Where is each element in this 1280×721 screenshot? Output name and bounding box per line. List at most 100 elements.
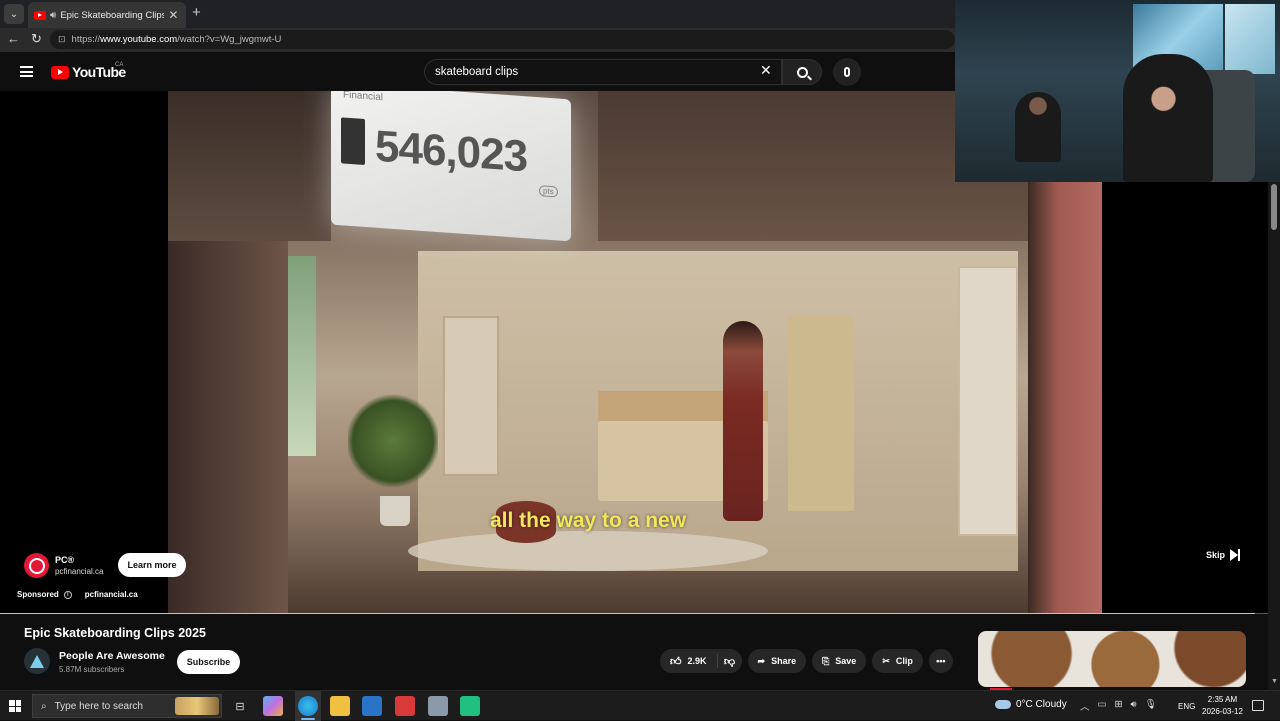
webcam-overlay (955, 0, 1280, 182)
search-button[interactable] (782, 59, 822, 85)
skip-ad-button[interactable]: Skip (1206, 549, 1241, 561)
search-input[interactable]: skateboard clips (424, 59, 782, 85)
outlook-icon[interactable] (362, 696, 382, 716)
billboard-unit: pts (539, 185, 558, 198)
battery-icon[interactable]: ▭ (1098, 699, 1107, 713)
ad-scene-door (443, 316, 499, 476)
ad-scene-plant (348, 391, 438, 491)
companion-ad-thumbnail[interactable] (978, 631, 1246, 687)
voice-search-button[interactable] (833, 58, 861, 86)
ad-scene-wardrobe (788, 316, 854, 511)
clear-search-icon[interactable]: ✕ (760, 62, 772, 79)
taskbar-clock[interactable]: 2:35 AM 2026-03-12 (1202, 695, 1243, 716)
chevron-up-icon[interactable]: ︿ (1080, 699, 1090, 713)
ad-scene-brick-wall (1028, 181, 1102, 614)
green-app-icon[interactable] (460, 696, 480, 716)
site-info-icon[interactable]: ⊡ (58, 34, 66, 45)
search-icon: ⌕ (41, 700, 47, 712)
taskbar-search[interactable]: ⌕ Type here to search (32, 694, 222, 718)
billboard-points: 546,023 (375, 121, 528, 182)
advertiser-name: PC® (55, 555, 75, 565)
billboard-card-icon (341, 117, 365, 165)
gift-app-icon[interactable] (395, 696, 415, 716)
speaker-icon[interactable]: 🔊︎ (50, 10, 56, 21)
billboard-brand: Financial (343, 91, 384, 104)
sponsored-domain[interactable]: pcfinancial.ca (85, 590, 138, 599)
network-app-icon[interactable] (428, 696, 448, 716)
save-label: Save (835, 656, 857, 666)
ad-scene-wall (168, 241, 288, 614)
share-icon: ➦ (757, 655, 766, 666)
windows-start-icon[interactable] (9, 700, 21, 712)
clip-label: Clip (895, 656, 913, 666)
tab-title: Epic Skateboarding Clips 2025 (60, 9, 165, 21)
video-title: Epic Skateboarding Clips 2025 (24, 626, 207, 640)
url-field[interactable]: ⊡ https://www.youtube.com/watch?v=Wg_jwg… (50, 30, 955, 49)
clip-button[interactable]: ✂ Clip (872, 649, 923, 673)
edge-browser-icon[interactable] (298, 696, 318, 716)
skip-next-icon (1230, 549, 1241, 561)
thumbs-down-icon: 👎︎ (723, 655, 736, 668)
thumbs-up-icon: 👍︎ (670, 655, 682, 668)
learn-more-button[interactable]: Learn more (118, 553, 186, 577)
file-explorer-icon[interactable] (330, 696, 350, 716)
ad-billboard: Financial 546,023 pts (331, 91, 571, 242)
back-arrow-icon[interactable]: ← (7, 31, 20, 46)
notifications-icon[interactable] (1252, 700, 1264, 711)
scrollbar-thumb[interactable] (1271, 184, 1277, 230)
volume-icon[interactable]: 🔊︎ (1130, 699, 1136, 713)
share-button[interactable]: ➦ Share (747, 649, 807, 673)
bookmark-icon: ⎘ (822, 655, 830, 666)
copilot-icon[interactable] (263, 696, 283, 716)
ad-progress-bar[interactable] (0, 613, 1268, 614)
ad-progress-fill (0, 613, 1256, 614)
search-highlight-image (175, 697, 219, 715)
video-actions: 👍︎ 2.9K 👎︎ ➦ Share ⎘ Save ✂ Clip ••• (660, 649, 953, 673)
clock-date: 2026-03-12 (1202, 707, 1243, 716)
language-indicator[interactable]: ENG (1178, 702, 1195, 711)
share-label: Share (771, 656, 797, 666)
channel-avatar[interactable] (24, 648, 50, 674)
weather-widget[interactable]: 0°C Cloudy (995, 699, 1067, 710)
new-tab-button[interactable]: + (192, 4, 201, 21)
clock-time: 2:35 AM (1207, 695, 1238, 704)
menu-icon[interactable] (20, 66, 33, 77)
save-button[interactable]: ⎘ Save (812, 649, 867, 673)
ad-scene-backdrop (168, 91, 331, 241)
like-count: 2.9K (687, 656, 707, 666)
task-view-icon[interactable]: ⊟ (230, 696, 250, 716)
info-icon[interactable]: i (63, 590, 72, 599)
more-icon: ••• (936, 656, 946, 666)
refresh-icon[interactable]: ↻ (31, 31, 42, 47)
webcam-monitor (1225, 4, 1275, 74)
ad-scene-rug (408, 531, 768, 571)
dislike-button[interactable]: 👎︎ (717, 649, 742, 673)
ad-scene-person (723, 321, 763, 521)
advertiser-info[interactable]: PC® pcfinancial.ca (24, 553, 103, 578)
system-tray: ︿ ▭ ⊞ 🔊︎ 🎙︎ (1080, 699, 1157, 713)
sponsored-label: Sponsored (17, 590, 59, 599)
scroll-down-arrow-icon[interactable]: ▼ (1271, 678, 1278, 685)
ad-scene-window (288, 256, 316, 456)
scissors-icon: ✂ (882, 655, 890, 666)
advertiser-domain: pcfinancial.ca (55, 567, 104, 576)
ad-scene-door (958, 266, 1018, 536)
search-query: skateboard clips (435, 66, 519, 78)
sponsored-row: Sponsored i pcfinancial.ca (17, 590, 138, 599)
browser-tab-active[interactable]: 🔊︎ Epic Skateboarding Clips 2025 ✕ (28, 2, 186, 28)
cloud-icon (995, 700, 1011, 709)
youtube-favicon-icon (34, 10, 46, 20)
network-icon[interactable]: ⊞ (1115, 699, 1123, 713)
close-tab-icon[interactable]: ✕ (168, 8, 178, 22)
page-scrollbar[interactable]: ▼ (1268, 182, 1280, 690)
channel-name[interactable]: People Are Awesome (59, 650, 165, 662)
subscribe-button[interactable]: Subscribe (177, 650, 240, 674)
microphone-icon[interactable]: 🎙︎ (1144, 699, 1156, 713)
microphone-icon (844, 67, 850, 77)
ad-caption: all the way to a new (490, 509, 687, 532)
like-button[interactable]: 👍︎ 2.9K (660, 649, 717, 673)
tab-list-button[interactable]: ⌄ (4, 4, 24, 24)
region-code: CA (115, 62, 124, 68)
more-actions-button[interactable]: ••• (928, 649, 953, 673)
ad-scene-pot (380, 496, 410, 526)
